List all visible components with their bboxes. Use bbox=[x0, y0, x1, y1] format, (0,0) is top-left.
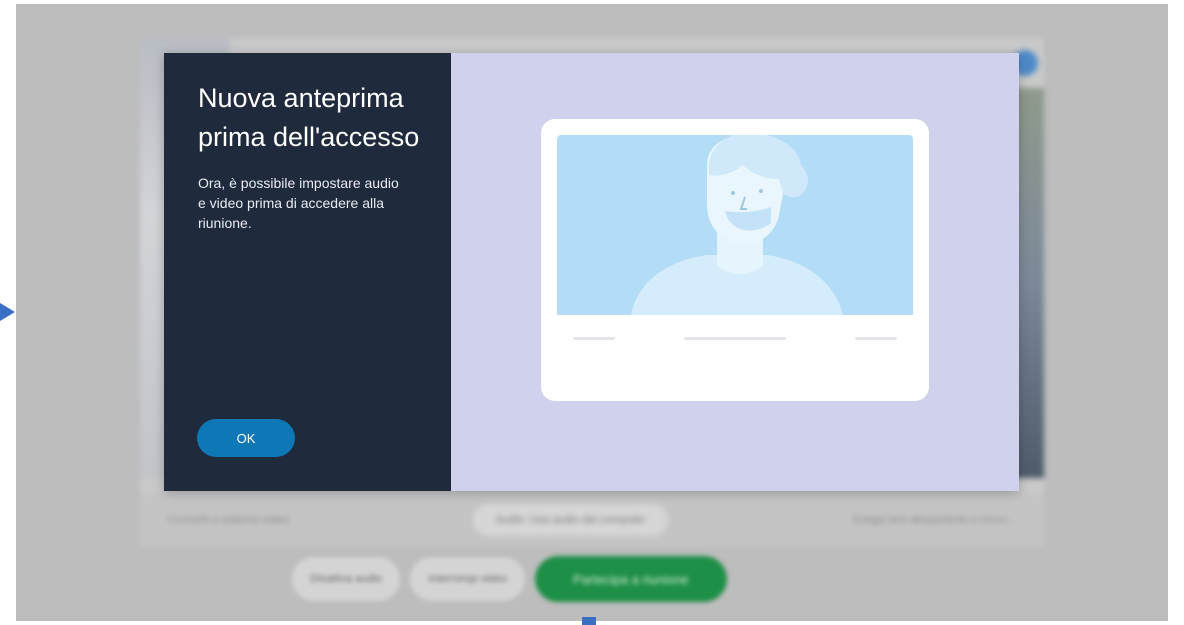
stop-video-button: Interrompi video bbox=[410, 557, 526, 601]
dialog-description: Ora, è possibile impostare audio e video… bbox=[198, 175, 399, 231]
dialog-text-panel: Nuova anteprima prima dell'accesso Ora, … bbox=[164, 53, 451, 491]
preview-control-line bbox=[684, 337, 786, 340]
preview-control-line bbox=[855, 337, 897, 340]
audio-selector: Audio: Usa audio del computer bbox=[473, 504, 668, 536]
preview-info-dialog: Nuova anteprima prima dell'accesso Ora, … bbox=[164, 53, 1019, 491]
background-device-bar: Connetti a sistema video Audio: Usa audi… bbox=[140, 494, 1044, 546]
speaker-test-link: Esegui test altoparlante e micro... bbox=[852, 514, 1016, 526]
person-video-preview-illustration-icon bbox=[557, 135, 913, 315]
dialog-illustration-panel bbox=[451, 53, 1019, 491]
preview-control-line bbox=[573, 337, 615, 340]
join-meeting-button: Partecipa a riunione bbox=[535, 556, 727, 602]
dialog-title: Nuova anteprima prima dell'accesso bbox=[198, 83, 420, 152]
annotation-arrow-icon bbox=[0, 303, 15, 321]
mute-audio-button: Disattiva audio bbox=[292, 557, 401, 601]
ok-button[interactable]: OK bbox=[197, 419, 295, 457]
annotation-marker-icon bbox=[582, 617, 596, 625]
video-preview-card bbox=[541, 119, 929, 401]
connect-video-system-link: Connetti a sistema video bbox=[168, 514, 289, 526]
background-meeting-controls: Disattiva audio Interrompi video Parteci… bbox=[292, 556, 727, 602]
